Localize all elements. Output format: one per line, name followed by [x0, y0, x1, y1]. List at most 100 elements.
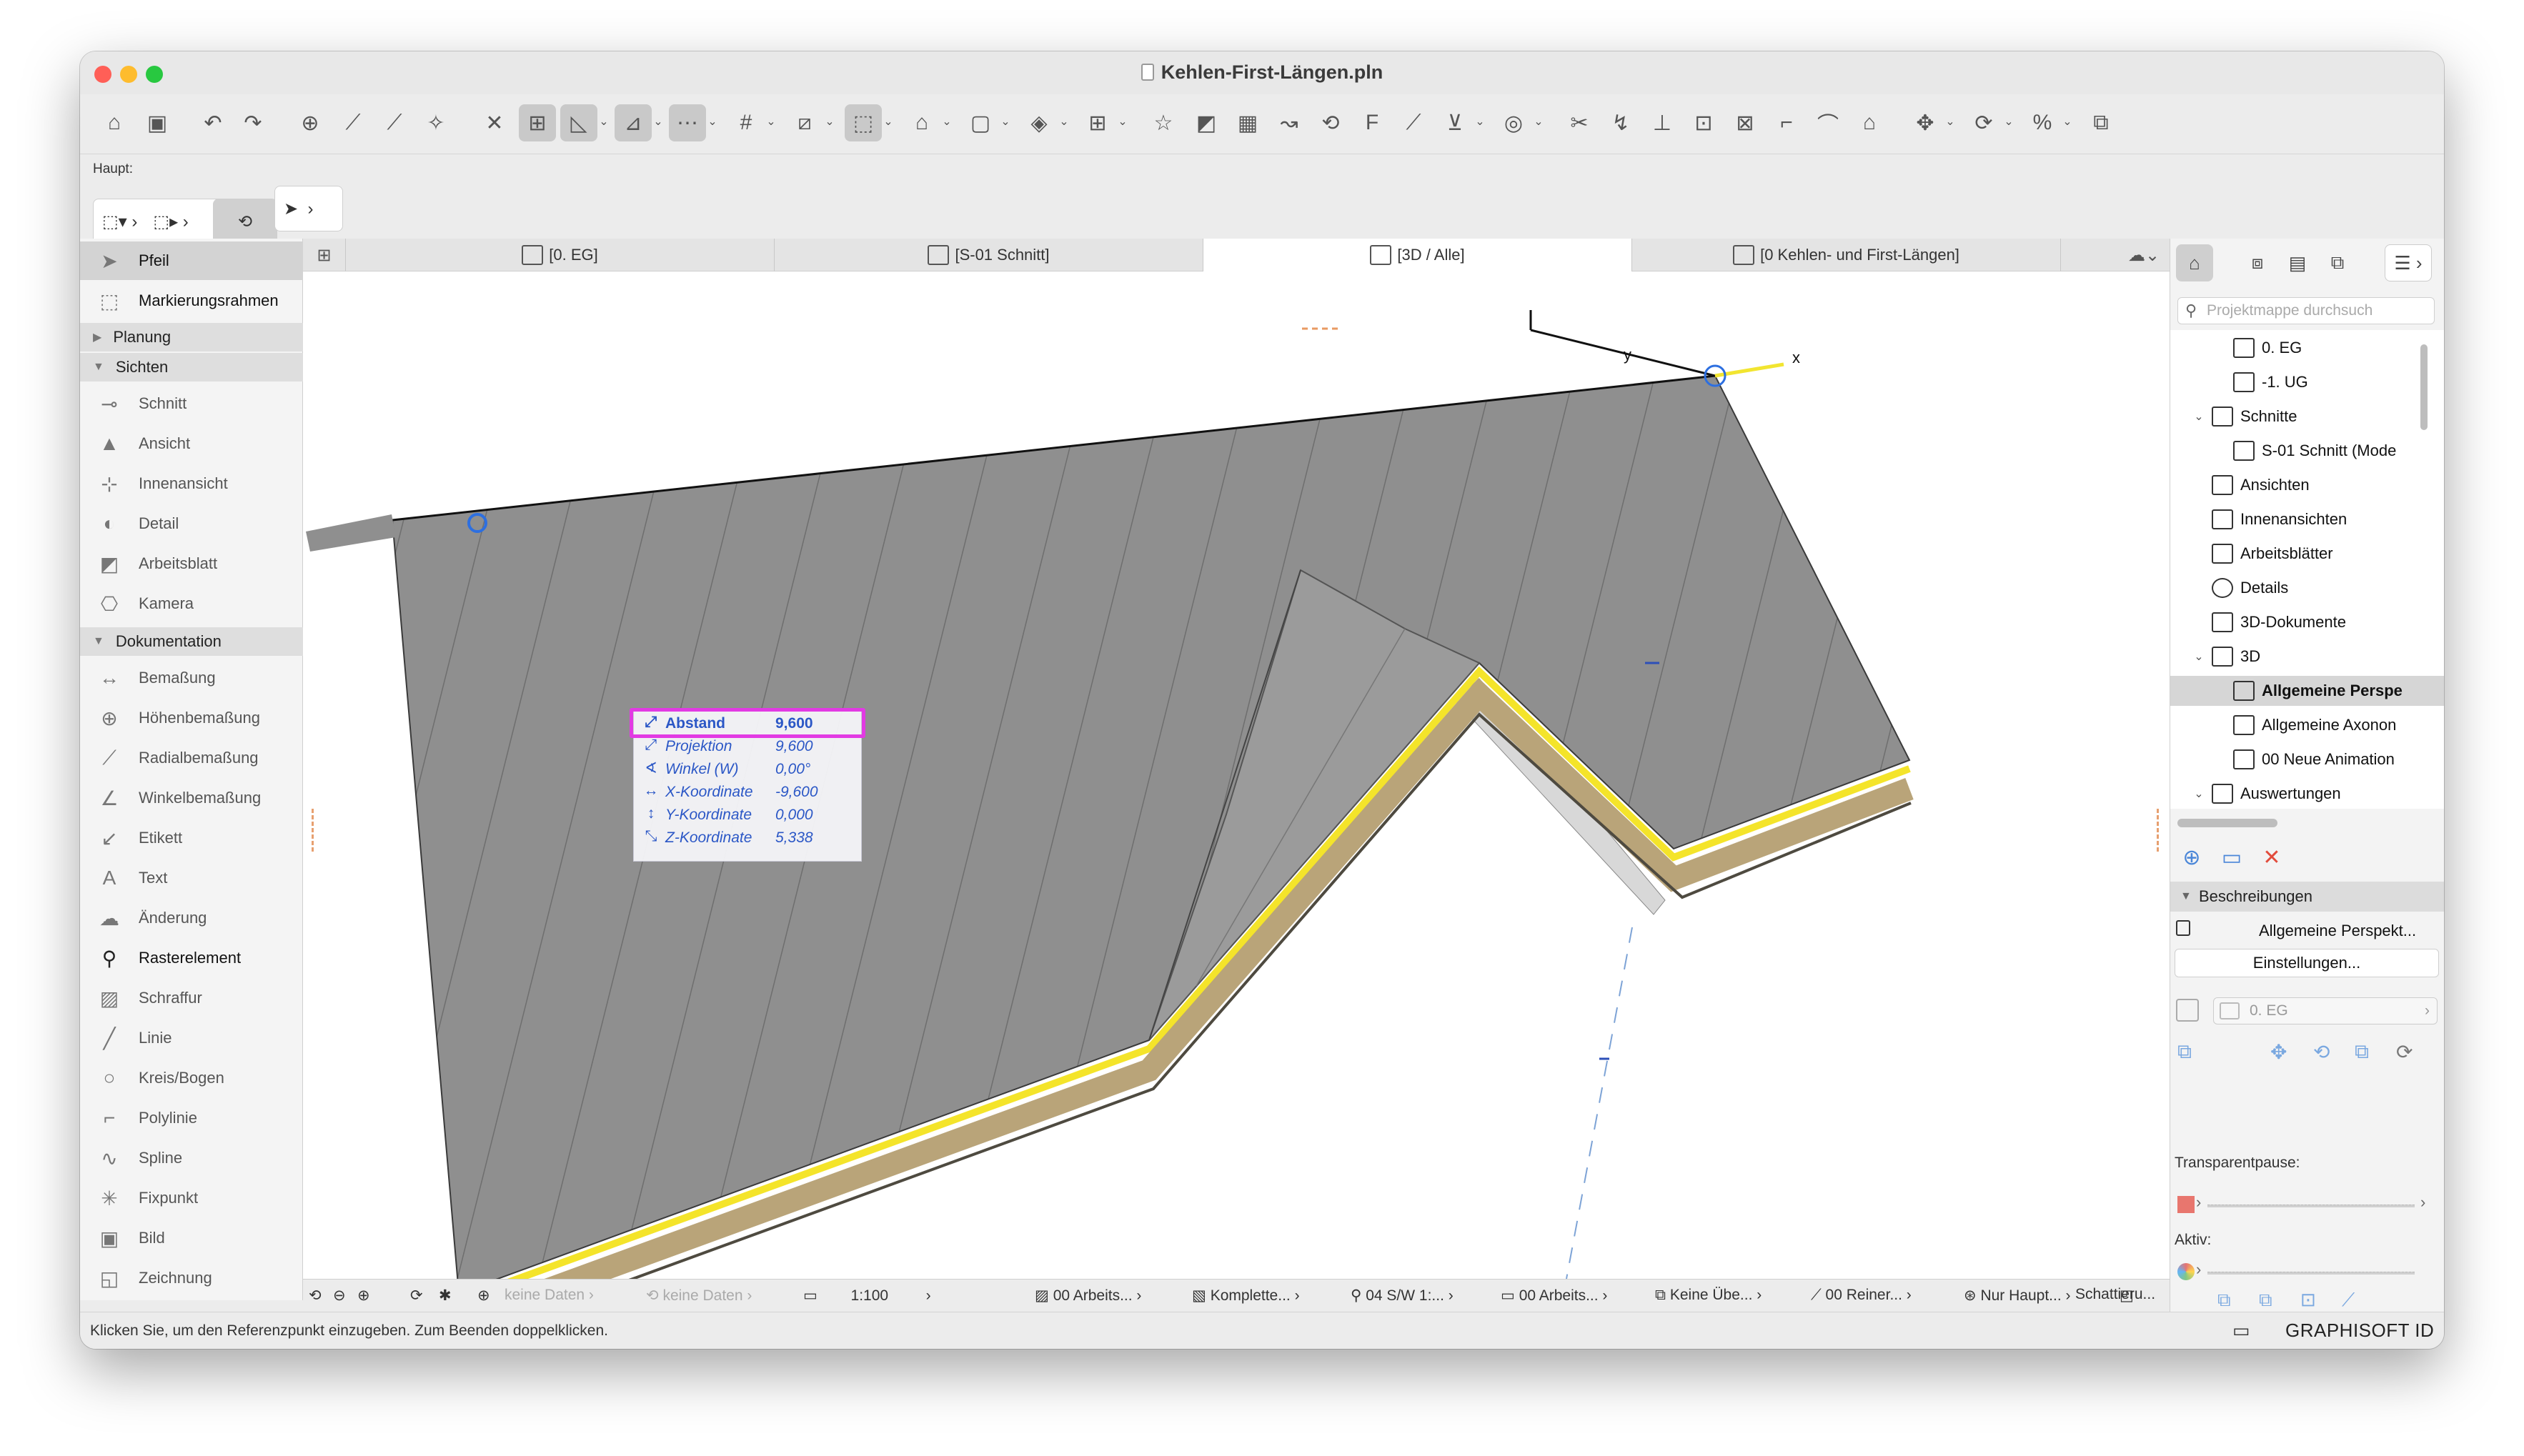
- tree-item-3d-dokumente[interactable]: 3D-Dokumente: [2170, 607, 2444, 637]
- delete-icon[interactable]: ✕: [2257, 843, 2286, 872]
- tree-item-3d[interactable]: ⌄ 3D: [2170, 642, 2444, 672]
- tool-spline[interactable]: ∿ Spline: [80, 1139, 303, 1177]
- magic-wand-icon[interactable]: ✧: [417, 104, 454, 141]
- scale-selector[interactable]: ▭ 1:100 ›: [803, 1287, 931, 1305]
- 3d-window-icon[interactable]: ◩: [1188, 104, 1225, 141]
- active-slider[interactable]: [2207, 1272, 2415, 1275]
- tree-item-1-ug[interactable]: -1. UG: [2170, 367, 2444, 397]
- navigator-footer-icon-4[interactable]: ⟋: [2342, 1289, 2355, 1312]
- tree-item-neue-animation[interactable]: 00 Neue Animation: [2170, 744, 2444, 774]
- descriptions-header[interactable]: ▼ Beschreibungen: [2170, 882, 2444, 912]
- navigator-search-input[interactable]: ⚲ Projektmappe durchsuch: [2177, 297, 2435, 324]
- 3d-viewport[interactable]: y x ⤢ Abstand 9,600 ⤢ Projektion 9,600 ∢…: [303, 271, 2170, 1279]
- tool-polylinie[interactable]: ⌐ Polylinie: [80, 1099, 303, 1137]
- tool-arbeitsblatt[interactable]: ◩ Arbeitsblatt: [80, 544, 303, 583]
- tool-hoehenbemassung[interactable]: ⊕ Höhenbemaßung: [80, 699, 303, 737]
- section-dokumentation[interactable]: ▼ Dokumentation: [80, 627, 303, 656]
- tab-schedule[interactable]: [0 Kehlen- und First-Längen]: [1632, 239, 2061, 271]
- zoom-in-icon[interactable]: ⊕: [357, 1287, 370, 1305]
- expand-chevron-icon[interactable]: ⌄: [2192, 409, 2206, 424]
- navigator-footer-icon-2[interactable]: ⧉: [2259, 1289, 2272, 1312]
- tracker-row-projektion[interactable]: ⤢ Projektion 9,600: [634, 735, 863, 758]
- expand-chevron-icon[interactable]: ⌄: [2192, 649, 2206, 664]
- tracker-row-winkel[interactable]: ∢ Winkel (W) 0,00°: [634, 758, 863, 781]
- undo-zoom-icon[interactable]: ⟲: [309, 1287, 322, 1305]
- curve-icon[interactable]: ⌒: [1809, 104, 1847, 141]
- save-icon[interactable]: ▣: [139, 104, 176, 141]
- tab-navigator-toggle[interactable]: ☁⌄: [2118, 239, 2170, 271]
- dimension-toggle-icon[interactable]: ⊞: [519, 104, 556, 141]
- elevation-tool-icon[interactable]: ⊥: [1644, 104, 1681, 141]
- tool-radialbemassung[interactable]: ⟋ Radialbemaßung: [80, 739, 303, 777]
- grid-snap-icon[interactable]: #: [727, 104, 765, 141]
- teamwork-icon[interactable]: ⟲: [1312, 104, 1349, 141]
- navigator-footer-icon-3[interactable]: ⊡: [2300, 1289, 2316, 1311]
- tool-schraffur[interactable]: ▨ Schraffur: [80, 979, 303, 1017]
- section-planung[interactable]: ▶ Planung: [80, 323, 303, 351]
- tool-zeichnung[interactable]: ◱ Zeichnung: [80, 1259, 303, 1297]
- tree-item-innenansichten[interactable]: Innenansichten: [2170, 504, 2444, 534]
- special-snap-icon[interactable]: ⋯: [669, 104, 706, 141]
- partial-structure-selector[interactable]: ⊛ Nur Haupt... ›: [1964, 1287, 2070, 1305]
- tab-floor-plan[interactable]: [0. EG]: [346, 239, 775, 271]
- duplicate-icon[interactable]: ⧉: [2082, 104, 2120, 141]
- solid-dropdown-arrow[interactable]: ⌄: [1058, 114, 1070, 130]
- quick-selection-toggle[interactable]: ⟲: [213, 199, 277, 244]
- view-settings-icon[interactable]: ◎: [1495, 104, 1532, 141]
- active-chevron-icon[interactable]: ›: [2196, 1260, 2201, 1279]
- intersect-icon[interactable]: ⊠: [1726, 104, 1764, 141]
- tab-3d[interactable]: [3D / Alle]: [1203, 239, 1632, 271]
- transparency-chevron-icon[interactable]: ›: [2196, 1193, 2201, 1212]
- suspend-groups-icon[interactable]: ⬚: [845, 104, 882, 141]
- tool-text[interactable]: A Text: [80, 859, 303, 897]
- model-view-selector[interactable]: ⟲ keine Daten ›: [646, 1287, 752, 1305]
- view-settings-icon[interactable]: ▭: [2217, 843, 2246, 872]
- expand-chevron-icon[interactable]: ⌄: [2192, 787, 2206, 801]
- view-map-icon[interactable]: ⧈: [2239, 244, 2276, 281]
- tool-ansicht[interactable]: ▲ Ansicht: [80, 424, 303, 463]
- tool-schnitt[interactable]: ⊸ Schnitt: [80, 384, 303, 423]
- snap-icon[interactable]: ✕: [476, 104, 513, 141]
- walk-mode-icon[interactable]: ✱: [439, 1287, 452, 1305]
- tool-markierungsrahmen[interactable]: ⬚ Markierungsrahmen: [80, 281, 303, 320]
- tree-item-allgemeine-axonometrie[interactable]: Allgemeine Axonon: [2170, 710, 2444, 740]
- active-color-wheel-icon[interactable]: [2177, 1263, 2195, 1280]
- tab-overview[interactable]: ⊞: [303, 239, 346, 271]
- eyedropper-icon[interactable]: ⟋: [334, 104, 372, 141]
- renovation-selector[interactable]: ⟋ 00 Reiner... ›: [1811, 1287, 1912, 1304]
- reorder-icon[interactable]: ⟲: [2313, 1040, 2330, 1064]
- navigator-menu-icon[interactable]: ☰ ›: [2385, 244, 2432, 281]
- groups-dropdown-arrow[interactable]: ⌄: [882, 114, 895, 130]
- story-selector[interactable]: 0. EG ›: [2213, 997, 2438, 1024]
- redo-icon[interactable]: ↷: [234, 104, 272, 141]
- tool-innenansicht[interactable]: ⊹ Innenansicht: [80, 464, 303, 503]
- guide-line-icon[interactable]: ◺: [560, 104, 597, 141]
- tool-rasterelement[interactable]: ⚲ Rasterelement: [80, 939, 303, 977]
- view-dropdown-arrow[interactable]: ⌄: [1532, 114, 1545, 130]
- tool-fixpunkt[interactable]: ✳ Fixpunkt: [80, 1179, 303, 1217]
- navigator-footer-icon-1[interactable]: ⧉: [2217, 1289, 2231, 1312]
- adjust-icon[interactable]: ⊡: [1685, 104, 1722, 141]
- tracker-row-y[interactable]: ↕ Y-Koordinate 0,000: [634, 804, 863, 827]
- tool-pfeil[interactable]: ➤ Pfeil: [80, 241, 303, 280]
- tree-item-allgemeine-perspektive[interactable]: Allgemeine Perspe: [2170, 676, 2444, 706]
- tool-aenderung[interactable]: ☁ Änderung: [80, 899, 303, 937]
- percent-dropdown-arrow[interactable]: ⌄: [2061, 114, 2074, 130]
- tool-etikett[interactable]: ↙ Etikett: [80, 819, 303, 857]
- zoom-out-icon[interactable]: ⊖: [333, 1287, 346, 1305]
- clone-folder-icon[interactable]: ✥: [2270, 1040, 2287, 1064]
- move-icon[interactable]: ✥: [1907, 104, 1944, 141]
- snap-dropdown-arrow[interactable]: ⌄: [652, 114, 665, 130]
- tool-kreis-bogen[interactable]: ○ Kreis/Bogen: [80, 1059, 303, 1097]
- solid-ops-icon[interactable]: ◈: [1020, 104, 1058, 141]
- syringe-icon[interactable]: ⟋: [376, 104, 413, 141]
- publisher-icon[interactable]: ⧉: [2319, 244, 2356, 281]
- move-view-icon[interactable]: ⧉: [2355, 1040, 2369, 1064]
- trim-icon[interactable]: ✂: [1561, 104, 1598, 141]
- tool-detail[interactable]: ◐ Detail: [80, 504, 303, 543]
- walk-icon[interactable]: ↝: [1271, 104, 1308, 141]
- tracker-row-z[interactable]: ⤡ Z-Koordinate 5,338: [634, 827, 863, 849]
- bim-check-icon[interactable]: F: [1353, 104, 1391, 141]
- lock-icon[interactable]: ⌂: [903, 104, 940, 141]
- tree-item-details[interactable]: Details: [2170, 573, 2444, 603]
